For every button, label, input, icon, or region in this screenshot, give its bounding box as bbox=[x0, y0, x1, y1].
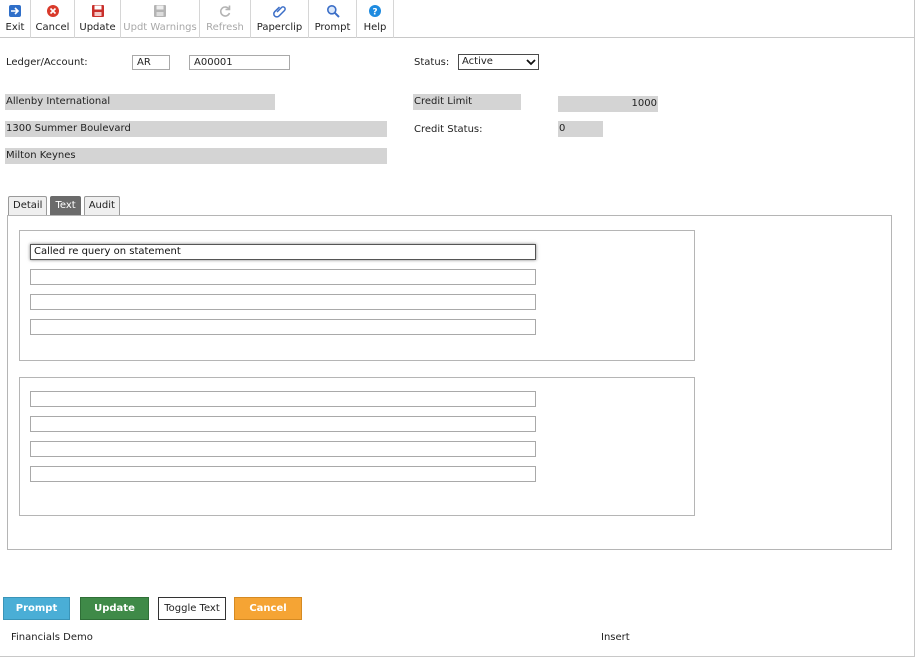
paperclip-icon bbox=[272, 6, 286, 18]
status-label: Status: bbox=[414, 57, 450, 68]
app-name: Financials Demo bbox=[11, 632, 93, 643]
exit-button[interactable]: Exit bbox=[0, 0, 31, 38]
exit-icon bbox=[9, 5, 21, 17]
save-disabled-icon bbox=[154, 5, 166, 17]
text-line-7[interactable] bbox=[30, 441, 536, 457]
toggle-text-button[interactable]: Toggle Text bbox=[158, 597, 226, 620]
tab-audit[interactable]: Audit bbox=[83, 196, 120, 215]
toolbar: Exit Cancel Update Updt Warnings Refresh bbox=[0, 0, 915, 38]
customer-name: Allenby International bbox=[5, 94, 275, 110]
save-icon bbox=[91, 5, 104, 17]
svg-text:?: ? bbox=[372, 7, 377, 17]
ledger-account-label: Ledger/Account: bbox=[6, 57, 88, 68]
update-warnings-label: Updt Warnings bbox=[123, 22, 197, 33]
text-line-4[interactable] bbox=[30, 319, 536, 335]
credit-limit-value: 1000 bbox=[558, 96, 658, 112]
tab-detail[interactable]: Detail bbox=[8, 196, 48, 215]
account-input[interactable]: A00001 bbox=[189, 55, 290, 70]
help-button[interactable]: ? Help bbox=[357, 0, 394, 38]
text-line-2[interactable] bbox=[30, 269, 536, 285]
cancel-icon bbox=[46, 5, 59, 17]
update-toolbar-button[interactable]: Update bbox=[75, 0, 121, 38]
text-line-1[interactable]: Called re query on statement bbox=[30, 244, 536, 260]
text-tab-panel: Called re query on statement bbox=[7, 215, 892, 550]
update-label: Update bbox=[79, 22, 116, 33]
text-line-8[interactable] bbox=[30, 466, 536, 482]
text-group-2 bbox=[19, 377, 695, 516]
text-line-5[interactable] bbox=[30, 391, 536, 407]
magnifier-icon bbox=[326, 5, 340, 18]
paperclip-button[interactable]: Paperclip bbox=[251, 0, 309, 38]
prompt-toolbar-button[interactable]: Prompt bbox=[309, 0, 357, 38]
update-warnings-button[interactable]: Updt Warnings bbox=[121, 0, 200, 38]
text-line-6[interactable] bbox=[30, 416, 536, 432]
refresh-icon bbox=[219, 5, 231, 17]
refresh-button[interactable]: Refresh bbox=[200, 0, 251, 38]
ledger-input[interactable]: AR bbox=[132, 55, 170, 70]
refresh-label: Refresh bbox=[206, 22, 244, 33]
cancel-toolbar-button[interactable]: Cancel bbox=[31, 0, 75, 38]
paperclip-label: Paperclip bbox=[256, 22, 303, 33]
credit-status-value: 0 bbox=[558, 121, 603, 137]
tab-bar: Detail Text Audit bbox=[8, 196, 120, 215]
prompt-button[interactable]: Prompt bbox=[3, 597, 70, 620]
address-line-1: 1300 Summer Boulevard bbox=[5, 121, 387, 137]
cancel-label: Cancel bbox=[35, 22, 70, 33]
exit-label: Exit bbox=[5, 22, 25, 33]
help-icon: ? bbox=[369, 5, 381, 17]
text-line-3[interactable] bbox=[30, 294, 536, 310]
chevron-down-icon bbox=[526, 59, 536, 66]
address-line-2: Milton Keynes bbox=[5, 148, 387, 164]
update-button[interactable]: Update bbox=[80, 597, 149, 620]
status-select-value: Active bbox=[462, 56, 493, 67]
help-label: Help bbox=[363, 22, 387, 33]
prompt-label: Prompt bbox=[314, 22, 351, 33]
credit-status-label: Credit Status: bbox=[414, 124, 483, 135]
text-group-1: Called re query on statement bbox=[19, 230, 695, 361]
input-mode: Insert bbox=[601, 632, 630, 643]
tab-text[interactable]: Text bbox=[50, 196, 81, 215]
status-select[interactable]: Active bbox=[458, 54, 539, 70]
cancel-button[interactable]: Cancel bbox=[234, 597, 302, 620]
credit-limit-label: Credit Limit bbox=[413, 94, 521, 110]
